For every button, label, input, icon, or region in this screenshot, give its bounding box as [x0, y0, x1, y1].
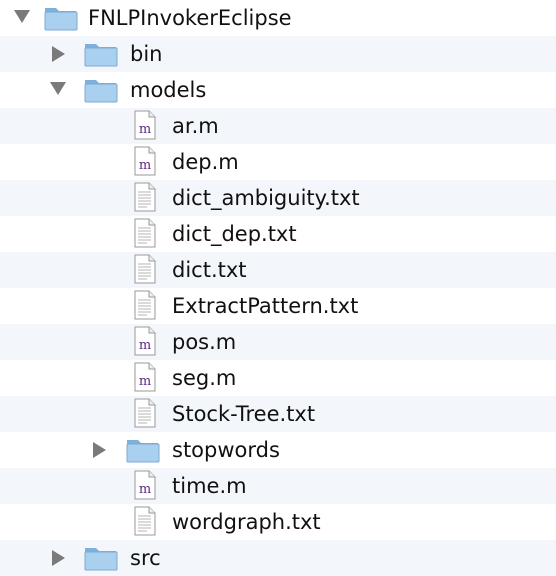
- tree-row-file[interactable]: m seg.m: [0, 360, 556, 396]
- collapsed-triangle-icon[interactable]: [52, 36, 70, 72]
- text-file-icon: [134, 398, 156, 432]
- folder-icon: [126, 434, 160, 468]
- tree-row-stopwords[interactable]: stopwords: [0, 432, 556, 468]
- file-label: dep.m: [172, 150, 239, 174]
- tree-row-file[interactable]: wordgraph.txt: [0, 504, 556, 540]
- m-file-icon: m: [134, 362, 156, 396]
- tree-row-file[interactable]: ExtractPattern.txt: [0, 288, 556, 324]
- m-file-icon: m: [134, 470, 156, 504]
- folder-icon: [44, 2, 78, 36]
- tree-row-file[interactable]: dict_ambiguity.txt: [0, 180, 556, 216]
- file-label: Stock-Tree.txt: [172, 402, 316, 426]
- folder-label: models: [130, 78, 207, 102]
- tree-row-file[interactable]: Stock-Tree.txt: [0, 396, 556, 432]
- tree-row-file[interactable]: m time.m: [0, 468, 556, 504]
- folder-label: stopwords: [172, 438, 280, 462]
- file-label: time.m: [172, 474, 247, 498]
- svg-text:m: m: [139, 374, 151, 389]
- collapsed-triangle-icon[interactable]: [52, 540, 70, 576]
- file-label: dict.txt: [172, 258, 247, 282]
- text-file-icon: [134, 506, 156, 540]
- tree-row-file[interactable]: m dep.m: [0, 144, 556, 180]
- svg-text:m: m: [139, 122, 151, 137]
- tree-row-file[interactable]: dict.txt: [0, 252, 556, 288]
- tree-row-root[interactable]: FNLPInvokerEclipse: [0, 0, 556, 36]
- folder-icon: [84, 74, 118, 108]
- folder-label: FNLPInvokerEclipse: [88, 6, 292, 30]
- text-file-icon: [134, 218, 156, 252]
- tree-row-src[interactable]: src: [0, 540, 556, 576]
- file-label: dict_dep.txt: [172, 222, 297, 246]
- file-label: pos.m: [172, 330, 237, 354]
- expanded-triangle-icon[interactable]: [50, 72, 68, 108]
- text-file-icon: [134, 254, 156, 288]
- svg-text:m: m: [139, 338, 151, 353]
- tree-row-file[interactable]: m ar.m: [0, 108, 556, 144]
- svg-text:m: m: [139, 482, 151, 497]
- text-file-icon: [134, 290, 156, 324]
- tree-row-file[interactable]: dict_dep.txt: [0, 216, 556, 252]
- text-file-icon: [134, 182, 156, 216]
- folder-label: src: [130, 546, 161, 570]
- tree-row-file[interactable]: m pos.m: [0, 324, 556, 360]
- m-file-icon: m: [134, 326, 156, 360]
- file-label: seg.m: [172, 366, 237, 390]
- file-label: ar.m: [172, 114, 219, 138]
- folder-label: bin: [130, 42, 163, 66]
- m-file-icon: m: [134, 110, 156, 144]
- file-tree: FNLPInvokerEclipse bin models m ar.m m d…: [0, 0, 556, 576]
- collapsed-triangle-icon[interactable]: [93, 432, 111, 468]
- file-label: dict_ambiguity.txt: [172, 186, 360, 210]
- file-label: ExtractPattern.txt: [172, 294, 359, 318]
- tree-row-bin[interactable]: bin: [0, 36, 556, 72]
- svg-text:m: m: [139, 158, 151, 173]
- expanded-triangle-icon[interactable]: [14, 0, 32, 36]
- folder-icon: [84, 542, 118, 576]
- folder-icon: [84, 38, 118, 72]
- m-file-icon: m: [134, 146, 156, 180]
- file-label: wordgraph.txt: [172, 510, 321, 534]
- tree-row-models[interactable]: models: [0, 72, 556, 108]
